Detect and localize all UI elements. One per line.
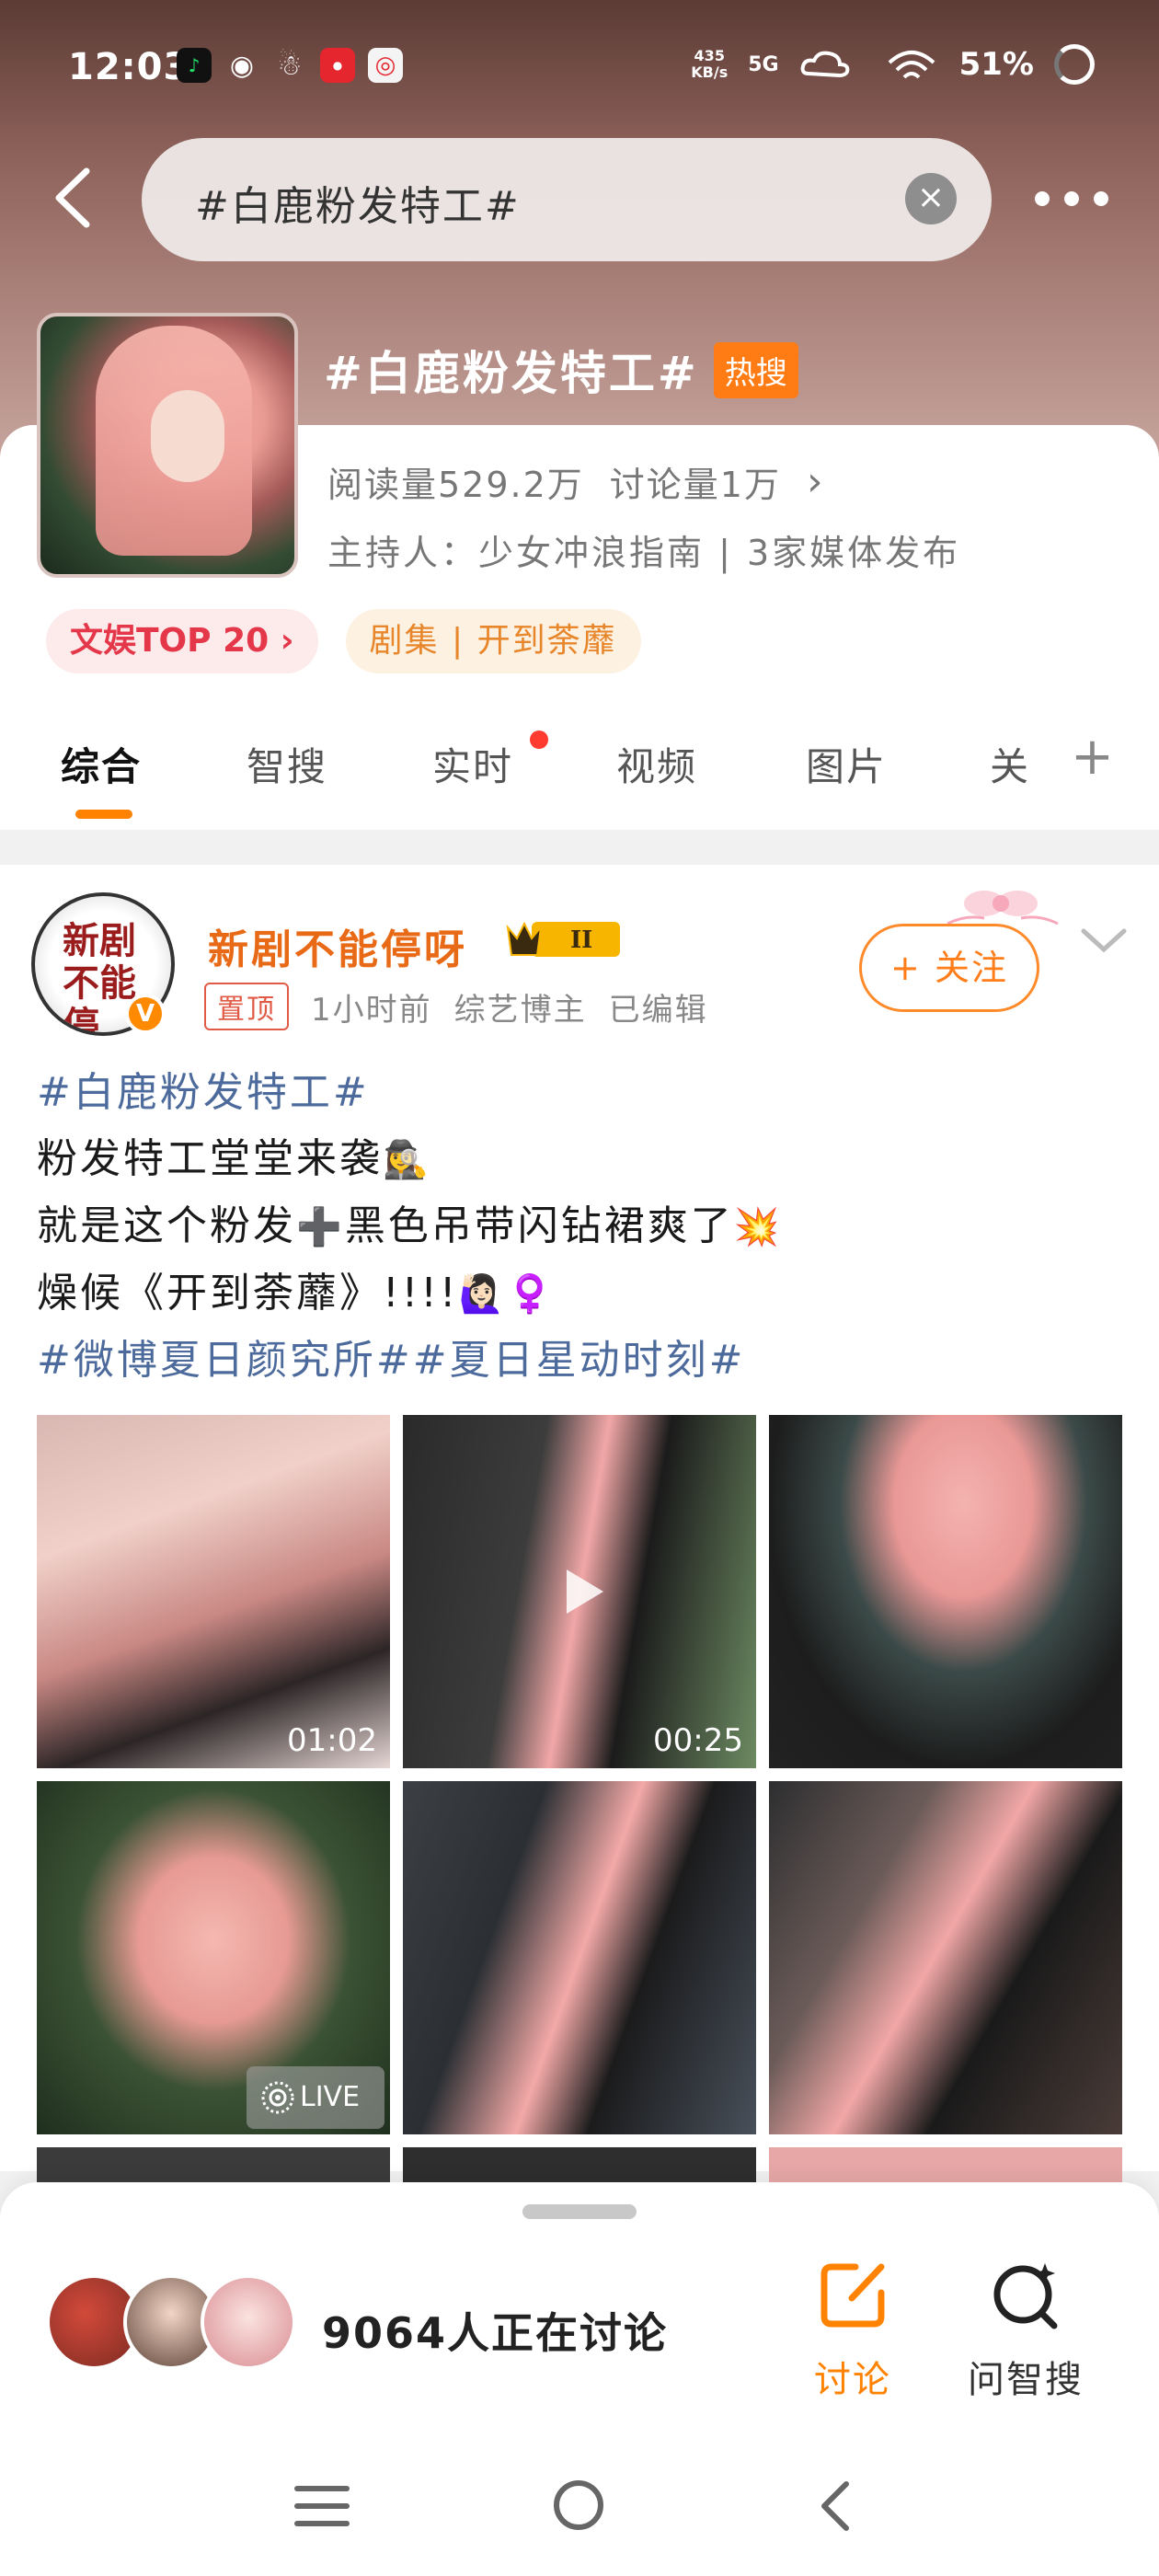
post-text-line: 就是这个粉发 (37, 1202, 296, 1249)
topic-cover-image[interactable] (37, 313, 298, 578)
read-count: 阅读量529.2万 (327, 465, 584, 505)
media-video-1[interactable]: 01:02 (37, 1415, 390, 1768)
music-app-icon: ♪ (177, 48, 212, 83)
hashtag-link[interactable]: #白鹿粉发特工# (37, 1069, 370, 1116)
post-text-line: 粉发特工堂堂来袭 (37, 1135, 383, 1182)
media-row-partial (403, 2147, 756, 2184)
plus-emoji-icon: ➕ (296, 1206, 345, 1248)
active-tab-indicator (75, 810, 132, 819)
topic-title-row: #白鹿粉发特工# 热搜 (324, 337, 798, 403)
topic-title: #白鹿粉发特工# (324, 347, 699, 400)
weibo-post: 新剧 不能停 V 新剧不能停呀 II 置顶 1小时前 综艺博主 已编辑 + 关注 … (0, 865, 1159, 2184)
status-bar: 12:03 ♪ ◉ ☃ ● ◎ 435 KB/s 5G 51% (0, 37, 1159, 110)
post-text-line: 黑色吊带闪钻裙爽了 (344, 1202, 734, 1249)
system-navigation-bar (0, 2429, 1159, 2576)
pinned-tag: 置顶 (204, 983, 289, 1030)
verified-badge-icon: V (125, 994, 166, 1034)
media-image-3[interactable] (769, 1415, 1122, 1768)
media-video-2[interactable]: 00:25 (403, 1415, 756, 1768)
rank-chip[interactable]: 文娱TOP 20 › (46, 609, 318, 673)
discussion-count-text: 9064人正在讨论 (322, 2308, 669, 2358)
tab-video[interactable]: 视频 (616, 736, 697, 792)
chevron-right-icon: › (806, 458, 825, 505)
status-time: 12:03 (68, 46, 190, 88)
compose-icon (820, 2263, 885, 2328)
post-text-line: 燥候《开到荼蘼》!!!! (37, 1270, 459, 1317)
more-options-icon[interactable] (1035, 191, 1108, 210)
live-photo-badge: LIVE (247, 2066, 384, 2129)
tab-follow[interactable]: 关 (990, 736, 1030, 792)
topic-host: 主持人：少女冲浪指南 | 3家媒体发布 (327, 533, 961, 573)
add-tab-icon[interactable]: + (1071, 727, 1116, 787)
cloud-weather-icon (800, 51, 849, 78)
media-live-photo-4[interactable]: LIVE (37, 1781, 390, 2134)
search-nav-bar: #白鹿粉发特工# × (0, 138, 1159, 261)
sheet-drag-handle[interactable] (522, 2204, 637, 2219)
home-icon[interactable] (554, 2480, 603, 2530)
tab-bar: 综合 智搜 实时 视频 图片 关 + (0, 727, 1159, 828)
video-duration: 00:25 (653, 1722, 743, 1759)
follow-button[interactable]: + 关注 (859, 924, 1039, 1012)
wechat-icon: ◉ (229, 49, 255, 82)
participant-avatar (201, 2274, 296, 2370)
video-duration: 01:02 (287, 1722, 377, 1759)
search-query: #白鹿粉发特工# (195, 183, 521, 230)
signal-5g-icon: 5G (748, 52, 779, 76)
system-indicators: 435 KB/s 5G 51% (691, 44, 1095, 85)
topic-stats[interactable]: 阅读量529.2万 讨论量1万 › (327, 456, 825, 507)
tab-images[interactable]: 图片 (806, 736, 887, 792)
recent-apps-icon[interactable] (294, 2486, 350, 2526)
hot-search-badge: 热搜 (713, 341, 798, 398)
post-meta: 置顶 1小时前 综艺博主 已编辑 (204, 983, 708, 1030)
xiaohongshu-icon: ● (320, 48, 355, 83)
smart-search-icon (993, 2263, 1058, 2329)
search-input[interactable]: #白鹿粉发特工# × (142, 138, 992, 261)
play-icon (567, 1570, 603, 1614)
media-row-partial (37, 2147, 390, 2184)
topic-chips: 文娱TOP 20 › 剧集 | 开到荼蘼 (46, 609, 641, 673)
clear-search-button[interactable]: × (905, 173, 957, 224)
media-image-6[interactable] (769, 1781, 1122, 2134)
tab-realtime[interactable]: 实时 (432, 736, 513, 792)
series-chip[interactable]: 剧集 | 开到荼蘼 (345, 609, 641, 673)
post-content: #白鹿粉发特工# 粉发特工堂堂来袭🕵️‍♀️ 就是这个粉发➕黑色吊带闪钻裙爽了💥… (37, 1060, 1122, 1394)
level-text: II (570, 926, 592, 954)
notification-icons: ♪ ◉ ☃ ● ◎ (177, 48, 403, 83)
battery-icon (1054, 44, 1095, 85)
detective-emoji-icon: 🕵️‍♀️ (383, 1139, 431, 1181)
wifi-icon (888, 51, 935, 79)
live-photo-icon (261, 2081, 294, 2114)
media-row-partial (769, 2147, 1122, 2184)
weibo-icon: ◎ (368, 48, 403, 83)
ask-label: 问智搜 (968, 2359, 1084, 2401)
media-image-5[interactable] (403, 1781, 756, 2134)
back-arrow-icon[interactable] (46, 166, 101, 230)
discuss-label: 讨论 (814, 2359, 891, 2401)
hashtag-link[interactable]: #微博夏日颜究所##夏日星动时刻# (37, 1337, 745, 1384)
ask-smart-search-button[interactable]: 问智搜 (957, 2258, 1095, 2403)
system-back-icon[interactable] (813, 2480, 859, 2532)
raising-hand-emoji-icon: 🙋🏻‍♀️♀️ (458, 1273, 557, 1316)
network-speed: 435 KB/s (691, 47, 729, 81)
realtime-notification-dot (530, 730, 548, 749)
tab-comprehensive[interactable]: 综合 (61, 736, 142, 792)
crown-level-badge-icon: II (506, 921, 620, 957)
discussion-count: 讨论量1万 (609, 465, 781, 505)
post-time: 1小时前 (311, 991, 432, 1029)
participant-avatars (46, 2274, 304, 2375)
user-name[interactable]: 新剧不能停呀 (208, 916, 467, 975)
qq-icon: ☃ (277, 49, 303, 82)
edited-label: 已编辑 (608, 991, 708, 1029)
user-role: 综艺博主 (453, 991, 587, 1029)
boom-emoji-icon: 💥 (733, 1206, 783, 1248)
battery-percent: 51% (958, 46, 1034, 83)
tab-smart-search[interactable]: 智搜 (247, 736, 327, 792)
discuss-button[interactable]: 讨论 (784, 2258, 922, 2403)
chevron-down-icon[interactable] (1076, 922, 1131, 959)
live-label: LIVE (300, 2081, 361, 2113)
